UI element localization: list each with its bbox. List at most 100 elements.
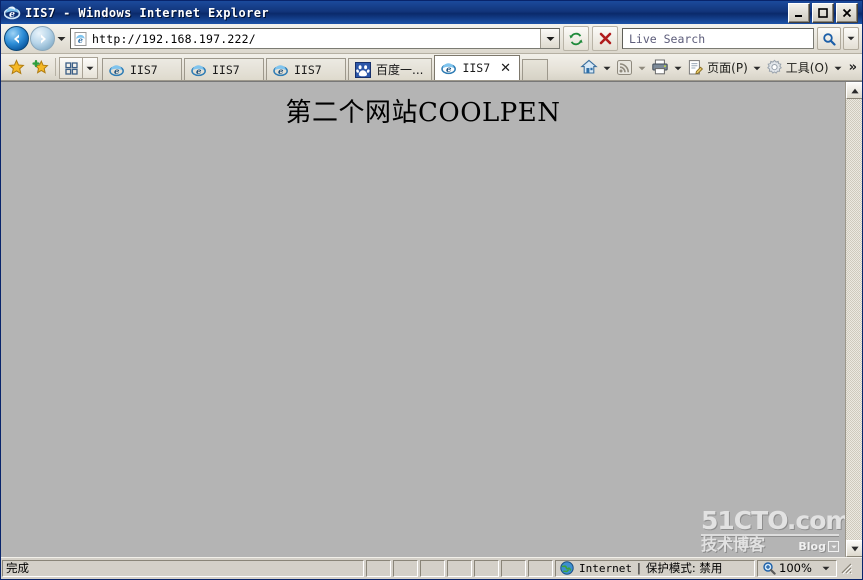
- tab-list-button[interactable]: [83, 57, 98, 79]
- watermark-badge-label: Blog: [798, 540, 826, 553]
- address-input[interactable]: http://192.168.197.222/: [92, 32, 540, 46]
- gear-icon: [766, 59, 782, 74]
- status-panel-7: [528, 559, 553, 577]
- refresh-icon: [569, 32, 583, 45]
- status-bar: 完成 Internet | 保护模式: 禁用 100%: [1, 557, 862, 578]
- feeds-dropdown-button[interactable]: [638, 58, 646, 76]
- watermark-bottom: 技术博客 Blog: [701, 537, 839, 553]
- tools-menu-dropdown[interactable]: [834, 58, 842, 76]
- status-separator: |: [636, 561, 641, 575]
- scroll-up-button[interactable]: [846, 82, 862, 99]
- navigation-bar: e http://192.168.197.222/ Live Search: [1, 24, 862, 54]
- print-dropdown-button[interactable]: [674, 58, 682, 76]
- tab-close-button[interactable]: ✕: [500, 62, 511, 75]
- search-box[interactable]: Live Search: [622, 28, 814, 49]
- baidu-icon: [355, 61, 371, 78]
- command-bar: 页面(P) 工具(O) »: [578, 56, 859, 78]
- forward-button[interactable]: [30, 26, 55, 51]
- tab-label: IIS7: [130, 62, 158, 77]
- home-dropdown-button[interactable]: [603, 58, 611, 76]
- new-tab-button[interactable]: [522, 59, 549, 80]
- chevron-down-icon: [828, 541, 839, 552]
- title-bar: e IIS7 - Windows Internet Explorer: [1, 1, 862, 24]
- close-button[interactable]: [836, 2, 858, 23]
- maximize-button[interactable]: [812, 2, 834, 23]
- browser-window: e IIS7 - Windows Internet Explorer e htt…: [0, 0, 863, 580]
- ie-icon: e: [441, 63, 457, 75]
- triangle-down-icon: [850, 546, 859, 551]
- quick-tabs-group: [59, 57, 98, 79]
- triangle-up-icon: [850, 88, 859, 93]
- minimize-button[interactable]: [788, 2, 810, 23]
- tab-label: IIS7: [462, 61, 491, 75]
- page-menu-button[interactable]: 页面(P): [685, 56, 750, 78]
- zoom-level-label: 100%: [779, 561, 812, 575]
- search-go-button[interactable]: [817, 27, 841, 50]
- status-text: 完成: [6, 561, 29, 575]
- tab-label: IIS7: [294, 62, 322, 77]
- watermark-site: 51CTO.com: [701, 506, 845, 535]
- tab-strip: e IIS7 e IIS7 e IIS7 百度一... e IIS7 ✕: [102, 55, 549, 80]
- page-heading: 第二个网站COOLPEN: [285, 98, 561, 128]
- chevron-down-icon: [674, 66, 682, 71]
- tab-baidu[interactable]: 百度一...: [348, 58, 433, 80]
- back-button[interactable]: [4, 26, 29, 51]
- status-text-panel: 完成: [2, 559, 364, 577]
- tools-menu-label: 工具(O): [785, 60, 829, 75]
- ie-icon: e: [109, 64, 124, 77]
- search-options-button[interactable]: [843, 27, 859, 50]
- scrollbar-track[interactable]: [846, 99, 862, 540]
- feeds-button[interactable]: [614, 56, 635, 78]
- stop-button[interactable]: [592, 26, 618, 51]
- favorites-center-button[interactable]: [4, 55, 28, 79]
- address-bar[interactable]: e http://192.168.197.222/: [70, 28, 560, 49]
- document-body: 第二个网站COOLPEN 51CTO.com 技术博客 Blog: [1, 82, 845, 557]
- tab-iis7-3[interactable]: e IIS7: [266, 58, 346, 80]
- address-dropdown-button[interactable]: [540, 29, 559, 48]
- chevron-down-icon: [847, 36, 855, 41]
- svg-text:e: e: [78, 35, 83, 45]
- zoom-panel[interactable]: 100%: [757, 559, 837, 577]
- svg-text:e: e: [446, 65, 452, 75]
- status-panel-5: [474, 559, 499, 577]
- home-icon: [580, 59, 598, 74]
- security-zone-label: Internet: [579, 561, 632, 575]
- scroll-down-button[interactable]: [846, 540, 862, 557]
- resize-grip-icon: [841, 563, 853, 574]
- status-panel-1: [366, 559, 391, 577]
- refresh-button[interactable]: [563, 26, 589, 51]
- forward-arrow-icon: [40, 34, 46, 43]
- quick-tabs-button[interactable]: [59, 57, 83, 79]
- home-button[interactable]: [578, 56, 600, 78]
- page-menu-dropdown[interactable]: [753, 58, 761, 76]
- tab-iis7-2[interactable]: e IIS7: [184, 58, 264, 80]
- star-icon: [7, 58, 25, 75]
- toolbar-overflow-button[interactable]: »: [849, 60, 857, 75]
- print-button[interactable]: [649, 56, 671, 78]
- chevron-down-icon[interactable]: [822, 566, 830, 571]
- tools-menu-button[interactable]: 工具(O): [764, 56, 831, 78]
- tab-label: 百度一...: [376, 63, 424, 77]
- magnifier-plus-icon: [763, 562, 776, 575]
- status-panel-3: [420, 559, 445, 577]
- search-input[interactable]: Live Search: [623, 32, 813, 46]
- chevron-down-icon: [638, 66, 646, 71]
- stop-x-icon: [599, 32, 611, 45]
- status-panel-6: [501, 559, 526, 577]
- window-title: IIS7 - Windows Internet Explorer: [25, 5, 269, 20]
- window-controls: [788, 2, 860, 23]
- add-to-favorites-button[interactable]: [28, 55, 52, 79]
- tab-iis7-active[interactable]: e IIS7 ✕: [434, 55, 521, 80]
- star-plus-icon: [31, 59, 49, 74]
- security-zone-panel[interactable]: Internet | 保护模式: 禁用: [555, 559, 755, 577]
- page-menu-label: 页面(P): [707, 60, 748, 75]
- svg-text:e: e: [196, 67, 202, 77]
- page-edit-icon: [689, 59, 704, 74]
- recent-pages-button[interactable]: [55, 28, 68, 50]
- resize-grip[interactable]: [839, 560, 853, 577]
- tab-iis7-1[interactable]: e IIS7: [102, 58, 182, 80]
- vertical-scrollbar[interactable]: [845, 82, 862, 557]
- status-panel-4: [447, 559, 472, 577]
- ie-icon: e: [191, 64, 206, 77]
- watermark-badge: Blog: [798, 540, 839, 553]
